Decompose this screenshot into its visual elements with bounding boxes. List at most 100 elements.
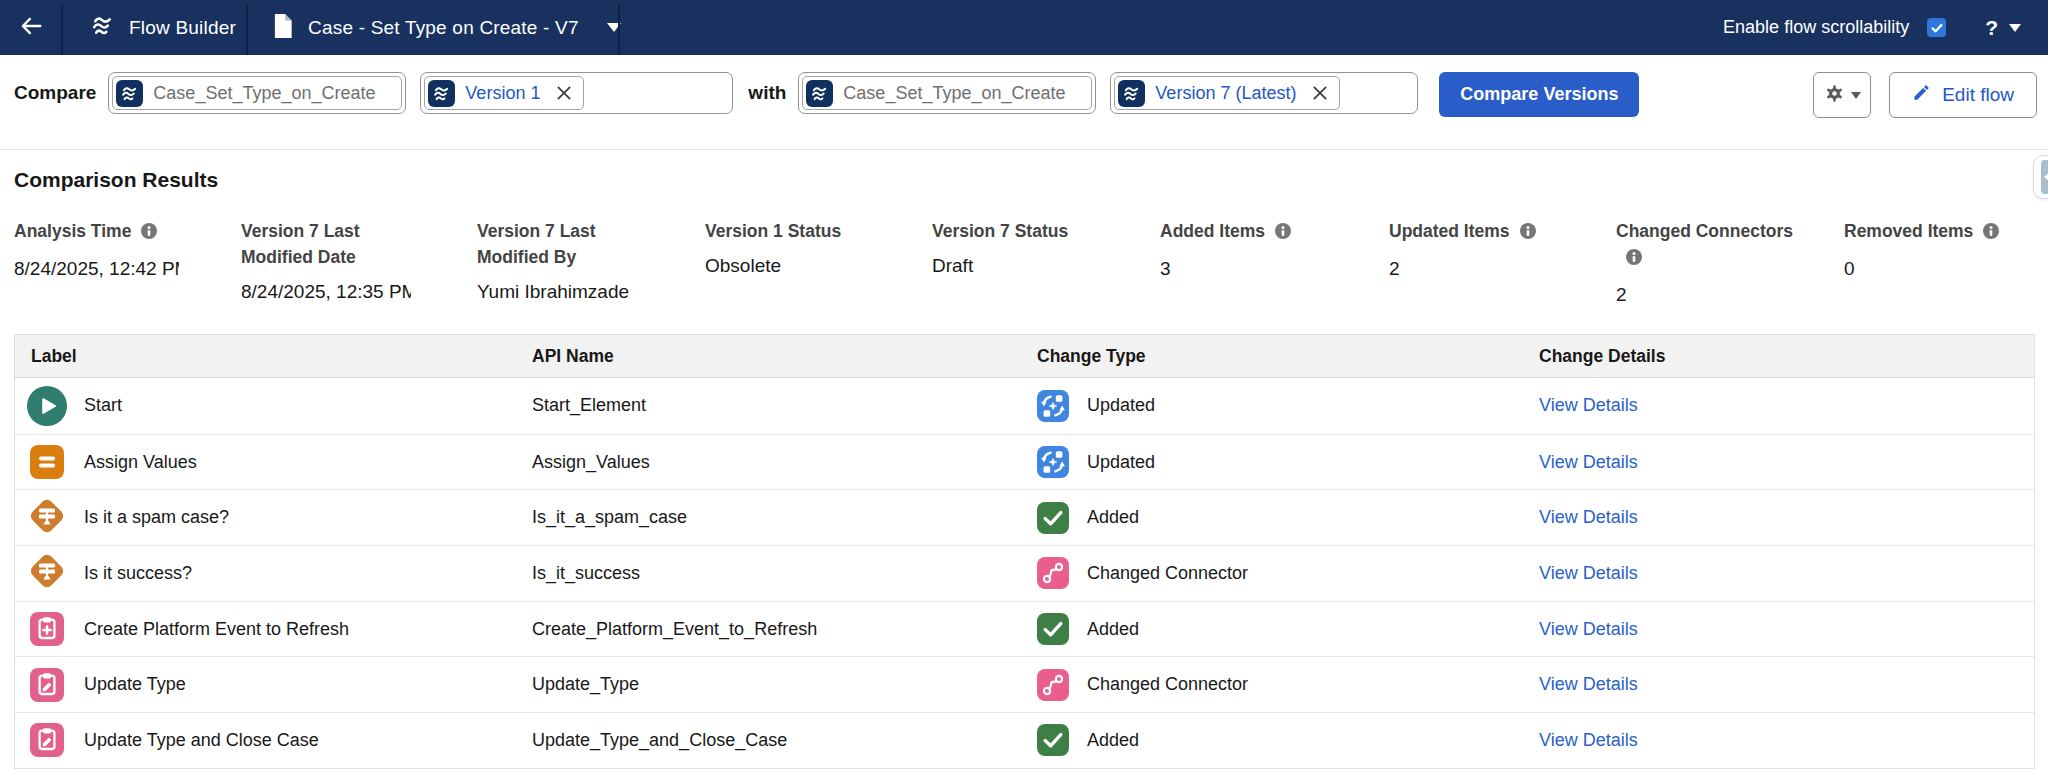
flow-builder-icon (89, 12, 116, 43)
flow-tab[interactable]: Case - Set Type on Create - V7 (246, 0, 618, 55)
header-divider (246, 5, 248, 55)
added-change-icon (1037, 724, 1069, 756)
row-change-type: Changed Connector (1087, 563, 1248, 584)
stat-item: Added Items 3 (1160, 218, 1389, 307)
column-header-label: Label (15, 346, 516, 367)
view-details-link[interactable]: View Details (1539, 507, 1638, 528)
compare-versions-button[interactable]: Compare Versions (1439, 72, 1639, 117)
help-button[interactable]: ? (1985, 16, 1998, 40)
row-api-name: Is_it_a_spam_case (516, 507, 1021, 528)
version-select-left[interactable]: Version 1 (420, 72, 733, 114)
version-right-value: Version 7 (Latest) (1155, 83, 1296, 104)
row-api-name: Update_Type (516, 674, 1021, 695)
flow-select-right-value: Case_Set_Type_on_Create (843, 83, 1065, 104)
row-change-type: Added (1087, 507, 1139, 528)
stat-item: Version 1 Status Obsolete (705, 218, 932, 307)
version-left-value: Version 1 (465, 83, 540, 104)
row-api-name: Assign_Values (516, 452, 1021, 473)
chevron-left-icon (2041, 160, 2048, 194)
gear-icon (1824, 83, 1845, 108)
info-icon (1274, 221, 1292, 247)
flow-pill-right: Case_Set_Type_on_Create (802, 76, 1092, 110)
decision-icon (27, 498, 67, 538)
compare-toolbar: Compare Case_Set_Type_on_Create Version … (0, 55, 2048, 150)
table-body: Start Start_Element Updated View Details (15, 378, 2034, 768)
table-row: Start Start_Element Updated View Details (15, 378, 2034, 434)
app-title: Flow Builder (129, 17, 236, 39)
added-change-icon (1037, 502, 1069, 534)
settings-button[interactable] (1813, 72, 1871, 118)
connector-change-icon (1037, 669, 1069, 701)
stats-row: Analysis Time 8/24/2025, 12:42 PM Versio… (14, 218, 2048, 307)
stat-value: 8/24/2025, 12:35 PM (241, 280, 411, 304)
with-label: with (748, 72, 786, 114)
row-label: Start (84, 395, 122, 416)
flow-icon (806, 80, 833, 107)
column-header-change-type: Change Type (1021, 346, 1523, 367)
flow-select-left-value: Case_Set_Type_on_Create (153, 83, 375, 104)
remove-version-left-icon[interactable] (556, 85, 572, 101)
row-label: Create Platform Event to Refresh (84, 619, 349, 640)
header-divider (618, 5, 620, 55)
compare-label: Compare (14, 72, 96, 114)
info-icon (1982, 221, 2000, 247)
help-chevron-icon[interactable] (2009, 24, 2021, 32)
stat-label: Changed Connectors (1616, 218, 1806, 273)
view-details-link[interactable]: View Details (1539, 730, 1638, 751)
document-icon (272, 13, 294, 43)
back-button[interactable] (0, 0, 61, 55)
table-header-row: Label API Name Change Type Change Detail… (15, 335, 2034, 378)
flow-select-right[interactable]: Case_Set_Type_on_Create (798, 72, 1096, 114)
row-label: Assign Values (84, 452, 197, 473)
info-icon (140, 221, 158, 247)
flow-icon (1118, 80, 1145, 107)
column-header-change-details: Change Details (1523, 346, 2034, 367)
stat-label: Version 7 Status (932, 218, 1122, 244)
added-change-icon (1037, 613, 1069, 645)
stat-value: 3 (1160, 257, 1351, 281)
decision-icon (27, 553, 67, 593)
row-label: Is it success? (84, 563, 192, 584)
version-pill-right: Version 7 (Latest) (1114, 76, 1340, 110)
remove-version-right-icon[interactable] (1312, 85, 1328, 101)
stat-value: 2 (1389, 257, 1578, 281)
header-divider (61, 5, 63, 55)
settings-chevron-icon (1851, 92, 1861, 99)
row-change-type: Changed Connector (1087, 674, 1248, 695)
row-label: Is it a spam case? (84, 507, 229, 528)
flow-icon (116, 80, 143, 107)
view-details-link[interactable]: View Details (1539, 674, 1638, 695)
stat-label: Removed Items (1844, 218, 2034, 247)
updated-change-icon (1037, 390, 1069, 422)
stat-item: Version 7 Last Modified Date 8/24/2025, … (241, 218, 477, 307)
scrollability-checkbox[interactable] (1927, 18, 1946, 37)
assignment-icon (27, 442, 67, 482)
row-label: Update Type and Close Case (84, 730, 319, 751)
info-icon (1625, 247, 1643, 273)
stat-value: Draft (932, 254, 1122, 278)
column-header-api-name: API Name (516, 346, 1021, 367)
collapse-panel-button[interactable] (2033, 155, 2048, 199)
updated-change-icon (1037, 446, 1069, 478)
stat-item: Version 7 Last Modified By Yumi Ibrahimz… (477, 218, 705, 307)
stat-value: Yumi Ibrahimzade (477, 280, 667, 304)
edit-flow-button[interactable]: Edit flow (1889, 72, 2037, 118)
table-row: Create Platform Event to Refresh Create_… (15, 601, 2034, 657)
row-api-name: Create_Platform_Event_to_Refresh (516, 619, 1021, 640)
app-title-section: Flow Builder (61, 0, 246, 55)
view-details-link[interactable]: View Details (1539, 452, 1638, 473)
table-row: Update Type and Close Case Update_Type_a… (15, 712, 2034, 768)
flow-select-left[interactable]: Case_Set_Type_on_Create (108, 72, 406, 114)
view-details-link[interactable]: View Details (1539, 563, 1638, 584)
stat-item: Updated Items 2 (1389, 218, 1616, 307)
stat-value: 8/24/2025, 12:42 PM (14, 257, 179, 281)
stat-label: Analysis Time (14, 218, 179, 247)
view-details-link[interactable]: View Details (1539, 619, 1638, 640)
stat-label: Version 7 Last Modified By (477, 218, 667, 270)
version-select-right[interactable]: Version 7 (Latest) (1110, 72, 1418, 114)
view-details-link[interactable]: View Details (1539, 395, 1638, 416)
stat-item: Analysis Time 8/24/2025, 12:42 PM (14, 218, 241, 307)
check-icon (1930, 21, 1944, 35)
table-row: Is it a spam case? Is_it_a_spam_case Add… (15, 489, 2034, 545)
results-title: Comparison Results (14, 168, 2048, 192)
